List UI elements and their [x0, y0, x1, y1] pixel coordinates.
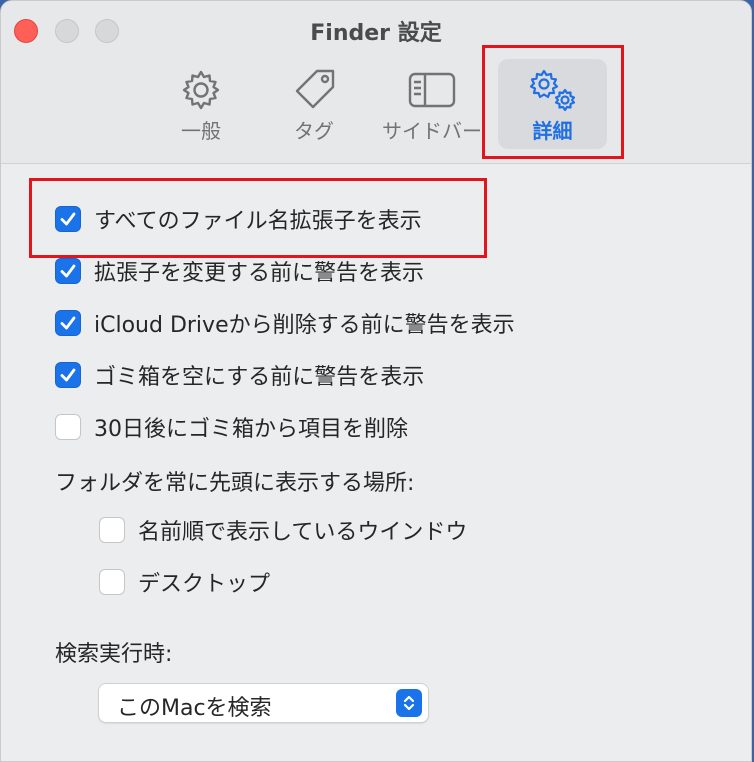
- gears-icon: [529, 69, 575, 112]
- checkbox-unchecked[interactable]: [55, 414, 81, 440]
- checkmark-icon: [60, 212, 76, 226]
- tab-tags-label: タグ: [294, 119, 334, 143]
- chevron-up-down-icon: [396, 689, 422, 717]
- option-warn-extension-change[interactable]: 拡張子を変更する前に警告を表示: [55, 255, 424, 287]
- advanced-pane: すべてのファイル名拡張子を表示 拡張子を変更する前に警告を表示 iCloud D…: [1, 164, 751, 761]
- option-folders-first-desktop[interactable]: デスクトップ: [99, 566, 270, 598]
- checkmark-icon: [60, 264, 76, 278]
- option-warn-icloud-remove[interactable]: iCloud Driveから削除する前に警告を表示: [55, 307, 515, 339]
- option-label: 30日後にゴミ箱から項目を削除: [94, 417, 408, 442]
- sidebar-icon: [408, 72, 456, 108]
- tab-general[interactable]: 一般: [161, 59, 241, 149]
- checkbox-checked[interactable]: [55, 310, 81, 336]
- checkbox-unchecked[interactable]: [99, 569, 125, 595]
- checkbox-unchecked[interactable]: [99, 517, 125, 543]
- checkbox-checked[interactable]: [55, 206, 81, 232]
- checkbox-checked[interactable]: [55, 362, 81, 388]
- search-scope-select[interactable]: このMacを検索: [98, 683, 429, 723]
- toolbar: Finder 設定 一般 タグ サイドバー 詳細: [1, 1, 751, 164]
- checkmark-icon: [60, 316, 76, 330]
- option-label: すべてのファイル名拡張子を表示: [94, 209, 422, 234]
- search-heading: 検索実行時:: [55, 642, 173, 667]
- option-label: 拡張子を変更する前に警告を表示: [94, 261, 425, 286]
- window-title: Finder 設定: [310, 21, 442, 46]
- finder-settings-window: Finder 設定 一般 タグ サイドバー 詳細 すべてのファイル名拡張子を表示…: [0, 0, 752, 762]
- checkbox-checked[interactable]: [55, 258, 81, 284]
- tag-icon: [295, 69, 335, 109]
- checkmark-icon: [60, 368, 76, 382]
- option-label: ゴミ箱を空にする前に警告を表示: [94, 365, 425, 390]
- tab-sidebar-label: サイドバー: [382, 119, 482, 143]
- folders-first-heading: フォルダを常に先頭に表示する場所:: [55, 471, 415, 496]
- option-warn-empty-trash[interactable]: ゴミ箱を空にする前に警告を表示: [55, 359, 424, 391]
- tab-sidebar[interactable]: サイドバー: [373, 59, 491, 149]
- search-scope-value: このMacを検索: [117, 696, 272, 721]
- gear-icon: [182, 70, 220, 110]
- option-label: iCloud Driveから削除する前に警告を表示: [94, 313, 515, 338]
- option-show-extensions[interactable]: すべてのファイル名拡張子を表示: [55, 203, 422, 235]
- tab-advanced[interactable]: 詳細: [498, 59, 607, 149]
- option-remove-trash-30-days[interactable]: 30日後にゴミ箱から項目を削除: [55, 411, 408, 443]
- option-label: 名前順で表示しているウインドウ: [138, 520, 468, 545]
- option-folders-first-windows[interactable]: 名前順で表示しているウインドウ: [99, 514, 467, 546]
- tab-general-label: 一般: [181, 119, 221, 143]
- tab-tags[interactable]: タグ: [269, 59, 359, 149]
- tab-advanced-label: 詳細: [532, 119, 573, 143]
- option-label: デスクトップ: [138, 572, 271, 597]
